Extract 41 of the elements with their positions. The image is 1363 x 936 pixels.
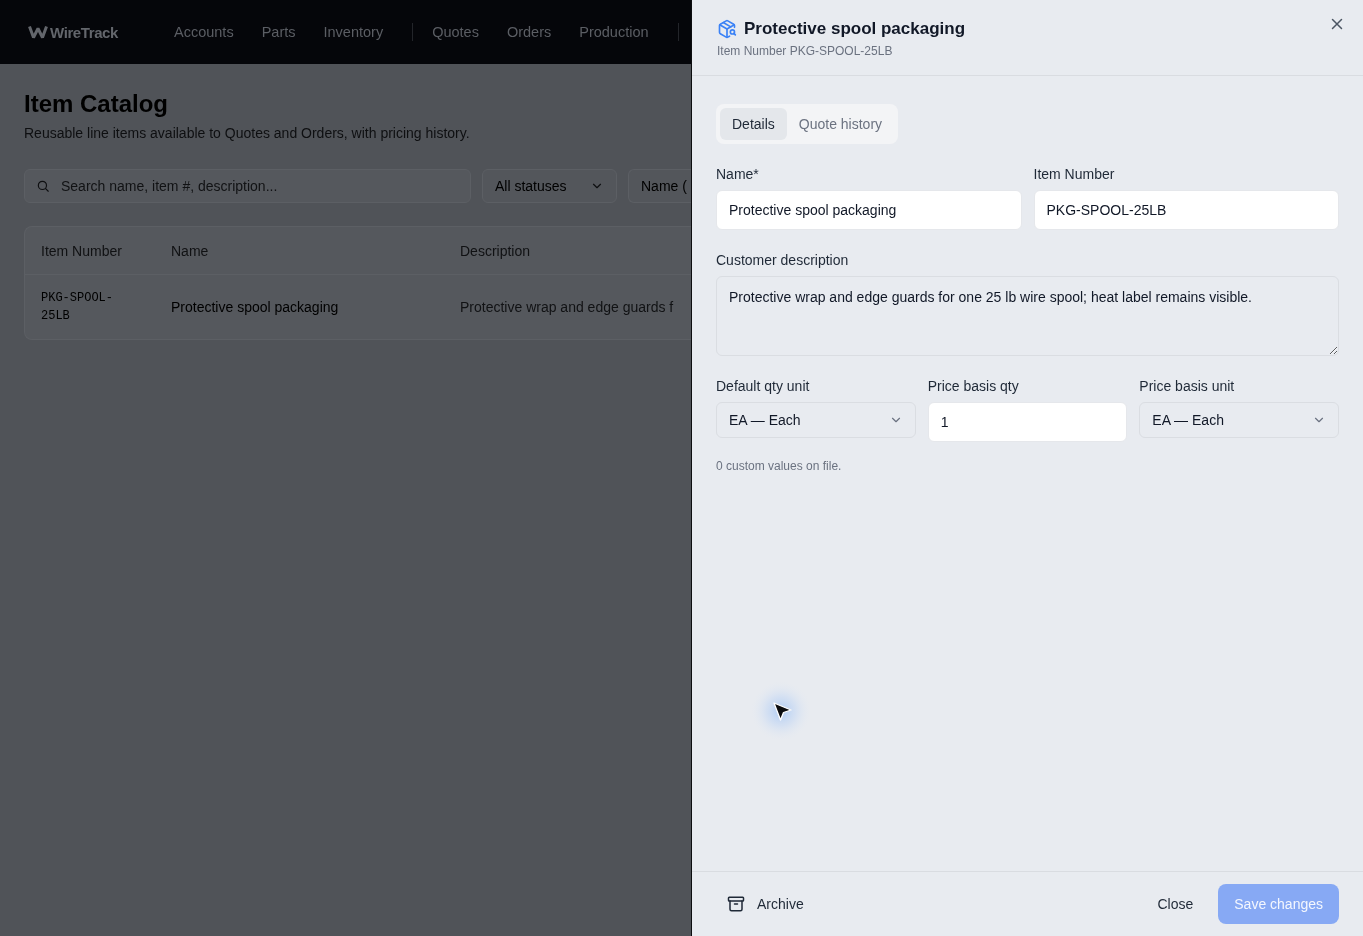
column-header: Description xyxy=(460,242,531,259)
package-search-icon xyxy=(717,19,737,39)
archive-button[interactable]: Archive xyxy=(717,887,814,921)
tab[interactable]: Details xyxy=(720,108,787,140)
field-label: Price basis unit xyxy=(1139,377,1235,396)
nav-link[interactable]: Parts xyxy=(261,24,296,40)
field-label: Price basis qty xyxy=(927,377,1019,396)
table-cell: Protective spool packaging xyxy=(171,299,339,315)
nav-link[interactable]: Orders xyxy=(506,24,552,40)
field-label: Name* xyxy=(716,165,759,184)
logo-icon xyxy=(28,25,48,39)
table-cell: Protective wrap and edge guards f xyxy=(460,299,674,315)
archive-box-icon xyxy=(727,895,745,913)
dropdown-select[interactable]: EA — Each xyxy=(1139,402,1339,438)
nav-link[interactable]: Accounts xyxy=(174,24,234,40)
brand-name: WireTrack xyxy=(50,23,118,41)
field-label: Default qty unit xyxy=(716,377,810,396)
drawer-subtitle: Item Number PKG-SPOOL-25LB xyxy=(717,43,894,59)
table-cell-text: PKG-SPOOL-25LB xyxy=(41,290,114,325)
column-header: Name xyxy=(171,242,209,259)
dropdown-select[interactable]: EA — Each xyxy=(716,402,916,438)
filter-dropdown[interactable]: All statuses xyxy=(482,169,617,203)
nav-link[interactable]: Production xyxy=(579,24,649,40)
text-area[interactable]: Protective wrap and edge guards for one 25 lb wire spool; heat label remains visible. xyxy=(716,276,1339,356)
page-subtitle: Reusable line items available to Quotes and Orders, with pricing history. xyxy=(24,124,470,143)
helper-text: 0 custom values on file. xyxy=(716,458,842,474)
field-label: Item Number xyxy=(1033,165,1115,184)
text-input[interactable]: Protective spool packaging xyxy=(716,190,1022,230)
sort-dropdown[interactable]: Name ( xyxy=(628,169,691,203)
search-icon xyxy=(36,179,50,193)
column-header: Item Number xyxy=(41,242,122,259)
drawer-title: Protective spool packaging xyxy=(744,18,966,40)
close-text-button[interactable]: Close xyxy=(1145,886,1206,922)
search-field[interactable]: Search name, item #, description... xyxy=(24,169,471,203)
field-label: Customer description xyxy=(716,251,849,270)
page-title: Item Catalog xyxy=(24,89,170,119)
text-input[interactable]: 1 xyxy=(927,402,1128,442)
tab[interactable]: Quote history xyxy=(786,108,895,140)
nav-link[interactable]: Quotes xyxy=(432,24,479,40)
nav-link[interactable]: Inventory xyxy=(323,24,384,40)
text-input[interactable]: PKG-SPOOL-25LB xyxy=(1033,190,1339,230)
